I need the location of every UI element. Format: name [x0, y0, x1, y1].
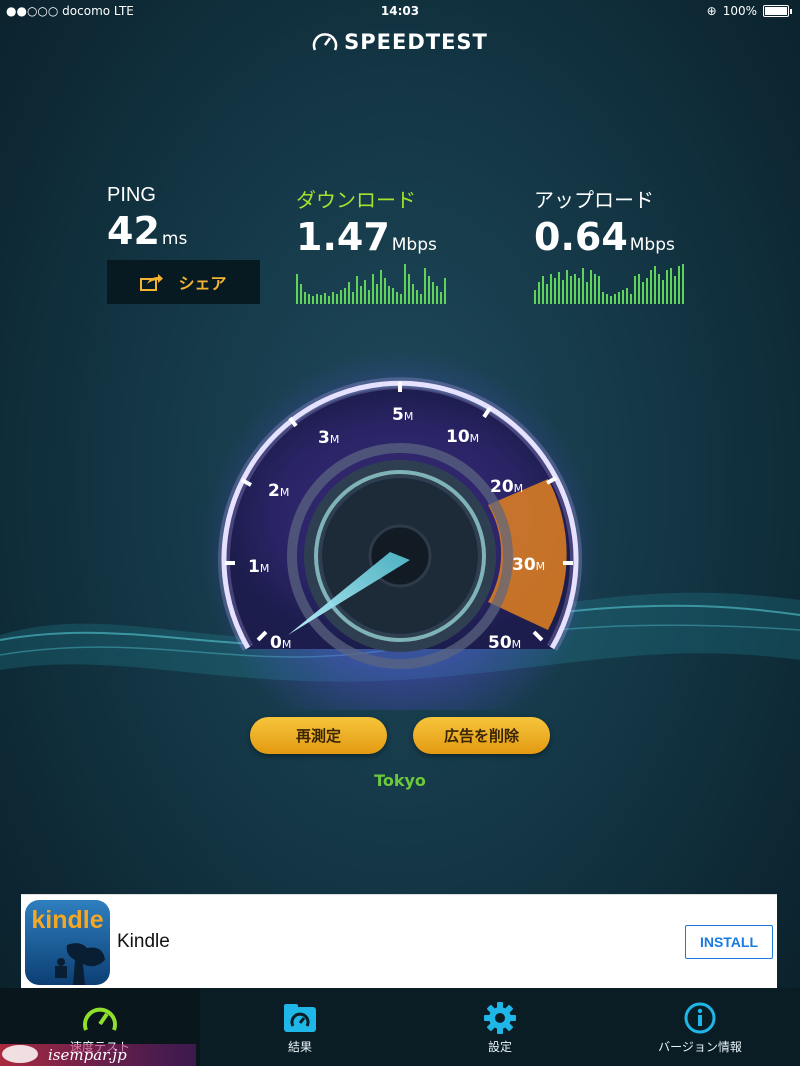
- share-button[interactable]: シェア: [107, 260, 260, 304]
- ping-metric: PING 42 ms: [107, 184, 187, 253]
- download-unit: Mbps: [391, 235, 437, 255]
- retest-button[interactable]: 再測定: [250, 717, 387, 754]
- tab-results[interactable]: 結果: [200, 988, 400, 1066]
- ping-unit: ms: [161, 229, 188, 249]
- watermark-logo: isempar.jp: [0, 1044, 196, 1066]
- ping-value: 42: [107, 209, 160, 253]
- app-title: SPEEDTEST: [344, 30, 488, 54]
- battery-icon: [763, 5, 789, 17]
- upload-value: 0.64: [534, 215, 628, 259]
- clock: 14:03: [380, 4, 420, 18]
- speedometer-logo-icon: [312, 33, 338, 51]
- battery-status: ⊕ 100%: [707, 4, 792, 18]
- ping-label: PING: [107, 184, 156, 206]
- share-icon: [140, 274, 164, 291]
- speed-gauge: 0M1M2M3M5M10M20M30M50M: [0, 350, 800, 710]
- download-metric: ダウンロード 1.47 Mbps: [296, 184, 437, 259]
- results-folder-icon: [284, 1004, 316, 1032]
- download-label: ダウンロード: [296, 190, 416, 212]
- download-value: 1.47: [296, 215, 390, 259]
- ad-banner[interactable]: kindle Kindle INSTALL: [21, 894, 777, 989]
- upload-sparkline: [534, 264, 684, 304]
- watermark-text: isempar.jp: [48, 1046, 127, 1064]
- tab-label: 結果: [287, 1040, 312, 1054]
- install-button[interactable]: INSTALL: [685, 925, 773, 959]
- upload-metric: アップロード 0.64 Mbps: [534, 184, 675, 259]
- info-icon: [684, 1002, 716, 1034]
- server-location: Tokyo: [374, 771, 426, 790]
- upload-unit: Mbps: [629, 235, 675, 255]
- upload-label: アップロード: [534, 190, 654, 212]
- tab-label: 設定: [487, 1040, 512, 1054]
- kindle-app-icon: kindle: [25, 900, 110, 985]
- tab-about[interactable]: バージョン情報: [600, 988, 800, 1066]
- download-sparkline: [296, 264, 446, 304]
- remove-ads-button[interactable]: 広告を削除: [413, 717, 550, 754]
- speedometer-icon: [83, 1007, 117, 1031]
- app-logo: SPEEDTEST: [0, 30, 800, 54]
- gear-icon: [484, 1002, 516, 1034]
- battery-percent: 100%: [722, 4, 757, 18]
- rotation-lock-icon: ⊕: [706, 4, 717, 18]
- tab-settings[interactable]: 設定: [400, 988, 600, 1066]
- tab-label: バージョン情報: [658, 1040, 742, 1054]
- status-bar: ●●○○○ docomo LTE 14:03 ⊕ 100%: [0, 0, 800, 22]
- share-label: シェア: [178, 274, 227, 293]
- ad-app-name: Kindle: [117, 931, 170, 952]
